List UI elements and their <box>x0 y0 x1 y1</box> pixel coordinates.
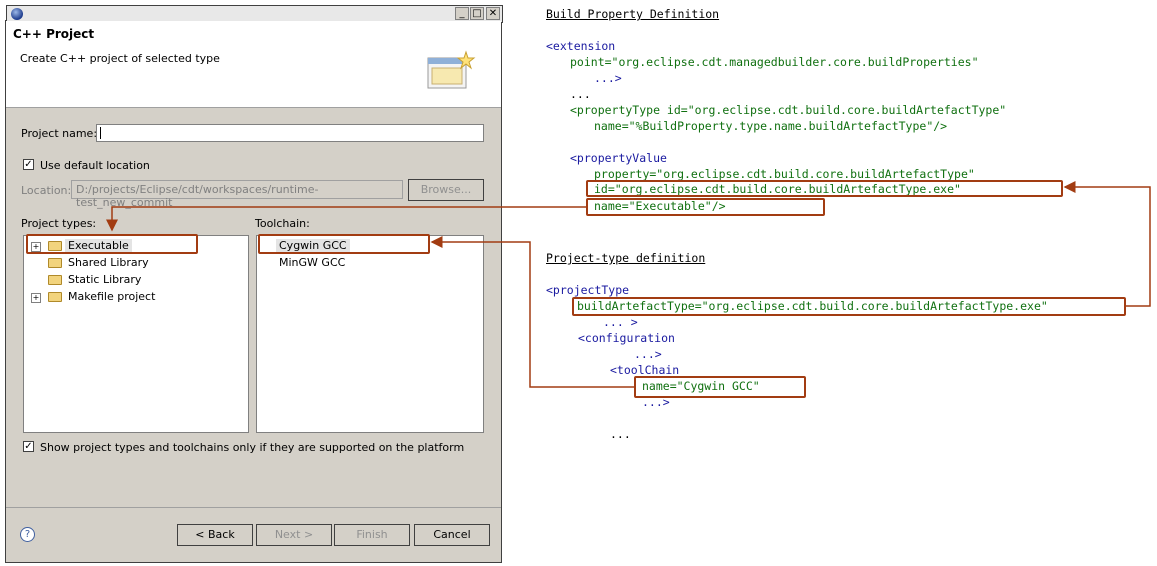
arrow-name-to-executable <box>106 206 586 232</box>
arrow-toolchain-to-cygwin <box>430 236 634 388</box>
arrow-artefact-to-id <box>1063 181 1151 307</box>
connector-arrows <box>106 181 1151 388</box>
